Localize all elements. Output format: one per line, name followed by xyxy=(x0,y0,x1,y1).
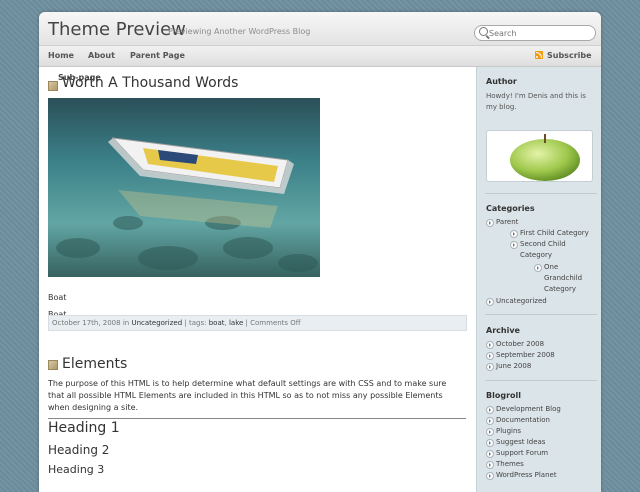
bullet-icon xyxy=(486,461,494,469)
sidebar-title-archive: Archive xyxy=(486,326,520,335)
heading-2: Heading 2 xyxy=(48,443,110,457)
category-parent[interactable]: Parent xyxy=(496,217,518,228)
bullet-icon xyxy=(486,298,494,306)
bullet-icon xyxy=(486,406,494,414)
blogroll-themes[interactable]: Themes xyxy=(496,459,524,470)
bullet-icon xyxy=(486,428,494,436)
search-box[interactable] xyxy=(474,25,596,41)
sidebar-title-categories: Categories xyxy=(486,204,535,213)
bullet-icon xyxy=(510,241,518,249)
rss-icon xyxy=(535,51,543,59)
search-input[interactable] xyxy=(489,26,589,40)
author-bio: Howdy! I'm Denis and this is my blog. xyxy=(486,92,586,111)
main-navigation: Home About Parent Page Subscribe xyxy=(39,46,601,67)
tag-link-boat[interactable]: boat xyxy=(209,319,225,327)
bullet-icon xyxy=(486,352,494,360)
blogroll-wordpress-planet[interactable]: WordPress Planet xyxy=(496,470,557,481)
boat-photo[interactable] xyxy=(48,98,320,277)
post-icon xyxy=(48,81,58,91)
nav-about[interactable]: About xyxy=(88,51,115,60)
blogroll-support-forum[interactable]: Support Forum xyxy=(496,448,548,459)
bullet-icon xyxy=(534,264,542,272)
bullet-icon xyxy=(486,417,494,425)
site-title[interactable]: Theme Preview xyxy=(48,19,186,40)
post-date: October 17th, 2008 xyxy=(52,319,121,327)
post-meta: October 17th, 2008 in Uncategorized | ta… xyxy=(48,315,467,331)
meta-tags-label: | tags: xyxy=(184,319,207,327)
category-grandchild[interactable]: One Grandchild Category xyxy=(544,262,594,295)
archive-september-2008[interactable]: September 2008 xyxy=(496,350,555,361)
category-link[interactable]: Uncategorized xyxy=(131,319,182,327)
page: Theme Preview Previewing Another WordPre… xyxy=(39,12,601,492)
sidebar-title-blogroll: Blogroll xyxy=(486,391,521,400)
bullet-icon xyxy=(486,363,494,371)
nav-home[interactable]: Home xyxy=(48,51,74,60)
tag-link-lake[interactable]: lake xyxy=(229,319,243,327)
comments-status: | Comments Off xyxy=(245,319,301,327)
blogroll-suggest-ideas[interactable]: Suggest Ideas xyxy=(496,437,545,448)
nav-sub-page[interactable]: Sub-page xyxy=(58,73,101,82)
archive-june-2008[interactable]: June 2008 xyxy=(496,361,531,372)
heading-3: Heading 3 xyxy=(48,463,105,476)
category-second-child[interactable]: Second Child Category xyxy=(520,239,580,261)
photo-caption: Boat xyxy=(48,293,67,302)
nav-parent-page[interactable]: Parent Page xyxy=(130,51,185,60)
category-first-child[interactable]: First Child Category xyxy=(520,228,589,239)
bullet-icon xyxy=(486,439,494,447)
category-uncategorized[interactable]: Uncategorized xyxy=(496,296,547,307)
archive-october-2008[interactable]: October 2008 xyxy=(496,339,544,350)
subscribe-link[interactable]: Subscribe xyxy=(547,51,592,60)
bullet-icon xyxy=(486,450,494,458)
bullet-icon xyxy=(486,472,494,480)
post-icon xyxy=(48,360,58,370)
blogroll-development-blog[interactable]: Development Blog xyxy=(496,404,561,415)
apple-icon xyxy=(510,134,580,181)
post-body-elements: The purpose of this HTML is to help dete… xyxy=(48,379,447,412)
site-tagline: Previewing Another WordPress Blog xyxy=(168,27,311,36)
boat-image xyxy=(48,98,320,277)
horizontal-rule xyxy=(48,418,466,419)
sidebar: Author Howdy! I'm Denis and this is my b… xyxy=(476,67,601,492)
site-header: Theme Preview Previewing Another WordPre… xyxy=(39,12,601,46)
bullet-icon xyxy=(486,219,494,227)
meta-in-label: in xyxy=(122,319,130,327)
bullet-icon xyxy=(486,341,494,349)
author-image xyxy=(486,130,593,182)
heading-1: Heading 1 xyxy=(48,420,120,436)
blogroll-documentation[interactable]: Documentation xyxy=(496,415,550,426)
sidebar-title-author: Author xyxy=(486,77,517,86)
bullet-icon xyxy=(510,230,518,238)
blogroll-plugins[interactable]: Plugins xyxy=(496,426,521,437)
post-title-elements[interactable]: Elements xyxy=(62,356,127,372)
search-icon xyxy=(479,27,488,36)
